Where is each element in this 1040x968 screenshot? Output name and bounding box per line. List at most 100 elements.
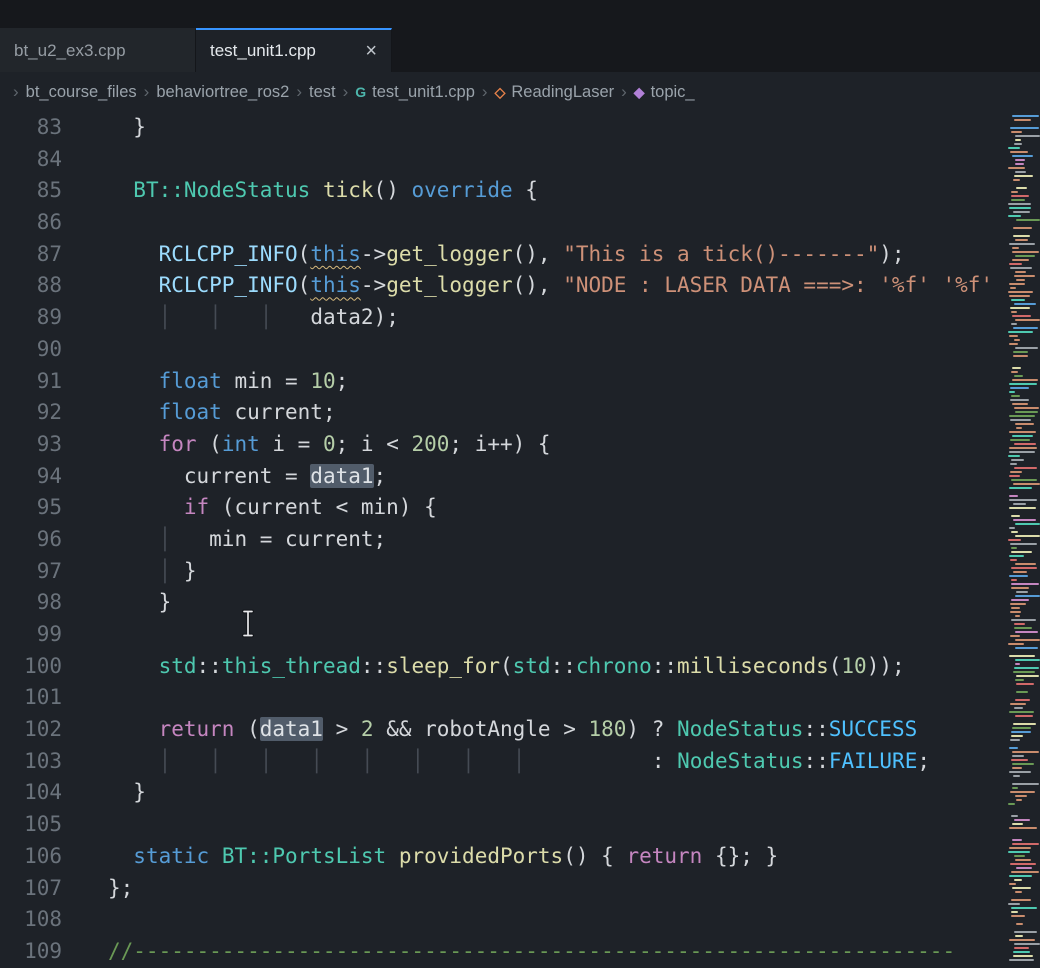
line-number[interactable]: 107	[0, 873, 62, 905]
code-line[interactable]: 107};	[0, 873, 1008, 905]
breadcrumb-label: test_unit1.cpp	[372, 83, 475, 102]
line-number[interactable]: 105	[0, 809, 62, 841]
line-number[interactable]: 94	[0, 461, 62, 493]
code-line[interactable]: 91 float min = 10;	[0, 366, 1008, 398]
code-line[interactable]: 85 BT::NodeStatus tick() override {	[0, 175, 1008, 207]
close-icon[interactable]: ×	[365, 41, 377, 61]
breadcrumb-item[interactable]: Gtest_unit1.cpp	[355, 83, 475, 102]
line-number[interactable]: 84	[0, 144, 62, 176]
code-text	[62, 334, 108, 366]
code-text: current = data1;	[62, 461, 386, 493]
chevron-right-icon: ›	[144, 82, 150, 102]
code-line[interactable]: 89 │ │ │ data2);	[0, 302, 1008, 334]
code-line[interactable]: 98 }	[0, 587, 1008, 619]
code-text	[62, 144, 108, 176]
code-line[interactable]: 108	[0, 904, 1008, 936]
code-text: RCLCPP_INFO(this->get_logger(), "NODE : …	[62, 270, 993, 302]
code-text: float min = 10;	[62, 366, 348, 398]
code-text: │ }	[62, 556, 197, 588]
breadcrumb: › bt_course_files › behaviortree_ros2 › test ›…	[0, 72, 1040, 112]
code-text	[62, 619, 108, 651]
line-number[interactable]: 96	[0, 524, 62, 556]
code-text: float current;	[62, 397, 336, 429]
line-number[interactable]: 93	[0, 429, 62, 461]
breadcrumb-item[interactable]: bt_course_files	[26, 83, 137, 102]
minimap[interactable]	[1008, 112, 1040, 968]
breadcrumb-label: topic_	[651, 83, 695, 102]
code-text	[62, 904, 108, 936]
title-bar	[0, 0, 1040, 28]
chevron-right-icon: ›	[621, 82, 627, 102]
breadcrumb-item[interactable]: ◇ ReadingLaser	[495, 83, 615, 102]
breadcrumb-label: test	[309, 83, 336, 102]
line-number[interactable]: 97	[0, 556, 62, 588]
line-number[interactable]: 100	[0, 651, 62, 683]
line-number[interactable]: 104	[0, 777, 62, 809]
code-text: }	[62, 777, 146, 809]
line-number[interactable]: 90	[0, 334, 62, 366]
line-number[interactable]: 87	[0, 239, 62, 271]
code-text: };	[62, 873, 133, 905]
code-lines[interactable]: 83 }8485 BT::NodeStatus tick() override …	[0, 112, 1008, 968]
code-text	[62, 207, 108, 239]
line-number[interactable]: 106	[0, 841, 62, 873]
code-line[interactable]: 88 RCLCPP_INFO(this->get_logger(), "NODE…	[0, 270, 1008, 302]
cpp-file-icon: G	[355, 84, 366, 100]
editor-pane: 83 }8485 BT::NodeStatus tick() override …	[0, 112, 1040, 968]
code-line[interactable]: 109//-----------------------------------…	[0, 936, 1008, 968]
editor-window: bt_u2_ex3.cpp test_unit1.cpp × › bt_cours…	[0, 0, 1040, 968]
code-line[interactable]: 87 RCLCPP_INFO(this->get_logger(), "This…	[0, 239, 1008, 271]
line-number[interactable]: 85	[0, 175, 62, 207]
code-text: RCLCPP_INFO(this->get_logger(), "This is…	[62, 239, 905, 271]
line-number[interactable]: 88	[0, 270, 62, 302]
code-line[interactable]: 99	[0, 619, 1008, 651]
line-number[interactable]: 103	[0, 746, 62, 778]
chevron-right-icon: ›	[13, 82, 19, 102]
line-number[interactable]: 86	[0, 207, 62, 239]
chevron-right-icon: ›	[296, 82, 302, 102]
tab-bar: bt_u2_ex3.cpp test_unit1.cpp ×	[0, 28, 1040, 72]
code-line[interactable]: 95 if (current < min) {	[0, 492, 1008, 524]
code-line[interactable]: 102 return (data1 > 2 && robotAngle > 18…	[0, 714, 1008, 746]
line-number[interactable]: 83	[0, 112, 62, 144]
class-icon: ◇	[495, 84, 506, 101]
code-line[interactable]: 105	[0, 809, 1008, 841]
line-number[interactable]: 102	[0, 714, 62, 746]
code-line[interactable]: 104 }	[0, 777, 1008, 809]
line-number[interactable]: 108	[0, 904, 62, 936]
method-icon: ◆	[634, 84, 645, 101]
line-number[interactable]: 89	[0, 302, 62, 334]
code-line[interactable]: 92 float current;	[0, 397, 1008, 429]
code-text: if (current < min) {	[62, 492, 437, 524]
line-number[interactable]: 95	[0, 492, 62, 524]
code-line[interactable]: 97 │ }	[0, 556, 1008, 588]
breadcrumb-label: behaviortree_ros2	[156, 83, 289, 102]
tab-test-unit1-cpp[interactable]: test_unit1.cpp ×	[196, 28, 392, 72]
tab-bt-u2-ex3-cpp[interactable]: bt_u2_ex3.cpp	[0, 28, 196, 72]
line-number[interactable]: 92	[0, 397, 62, 429]
line-number[interactable]: 109	[0, 936, 62, 968]
line-number[interactable]: 98	[0, 587, 62, 619]
code-text: }	[62, 112, 146, 144]
code-line[interactable]: 94 current = data1;	[0, 461, 1008, 493]
code-line[interactable]: 106 static BT::PortsList providedPorts()…	[0, 841, 1008, 873]
code-line[interactable]: 90	[0, 334, 1008, 366]
chevron-right-icon: ›	[482, 82, 488, 102]
breadcrumb-item[interactable]: test	[309, 83, 336, 102]
code-text	[62, 809, 108, 841]
line-number[interactable]: 99	[0, 619, 62, 651]
line-number[interactable]: 101	[0, 682, 62, 714]
code-line[interactable]: 100 std::this_thread::sleep_for(std::chr…	[0, 651, 1008, 683]
code-line[interactable]: 96 │ min = current;	[0, 524, 1008, 556]
code-line[interactable]: 86	[0, 207, 1008, 239]
line-number[interactable]: 91	[0, 366, 62, 398]
breadcrumb-label: ReadingLaser	[511, 83, 614, 102]
code-line[interactable]: 83 }	[0, 112, 1008, 144]
code-text: for (int i = 0; i < 200; i++) {	[62, 429, 551, 461]
code-line[interactable]: 93 for (int i = 0; i < 200; i++) {	[0, 429, 1008, 461]
code-line[interactable]: 101	[0, 682, 1008, 714]
breadcrumb-item[interactable]: ◆ topic_	[634, 83, 695, 102]
code-line[interactable]: 103 │ │ │ │ │ │ │ │ : NodeStatus::FAILUR…	[0, 746, 1008, 778]
breadcrumb-item[interactable]: behaviortree_ros2	[156, 83, 289, 102]
code-line[interactable]: 84	[0, 144, 1008, 176]
